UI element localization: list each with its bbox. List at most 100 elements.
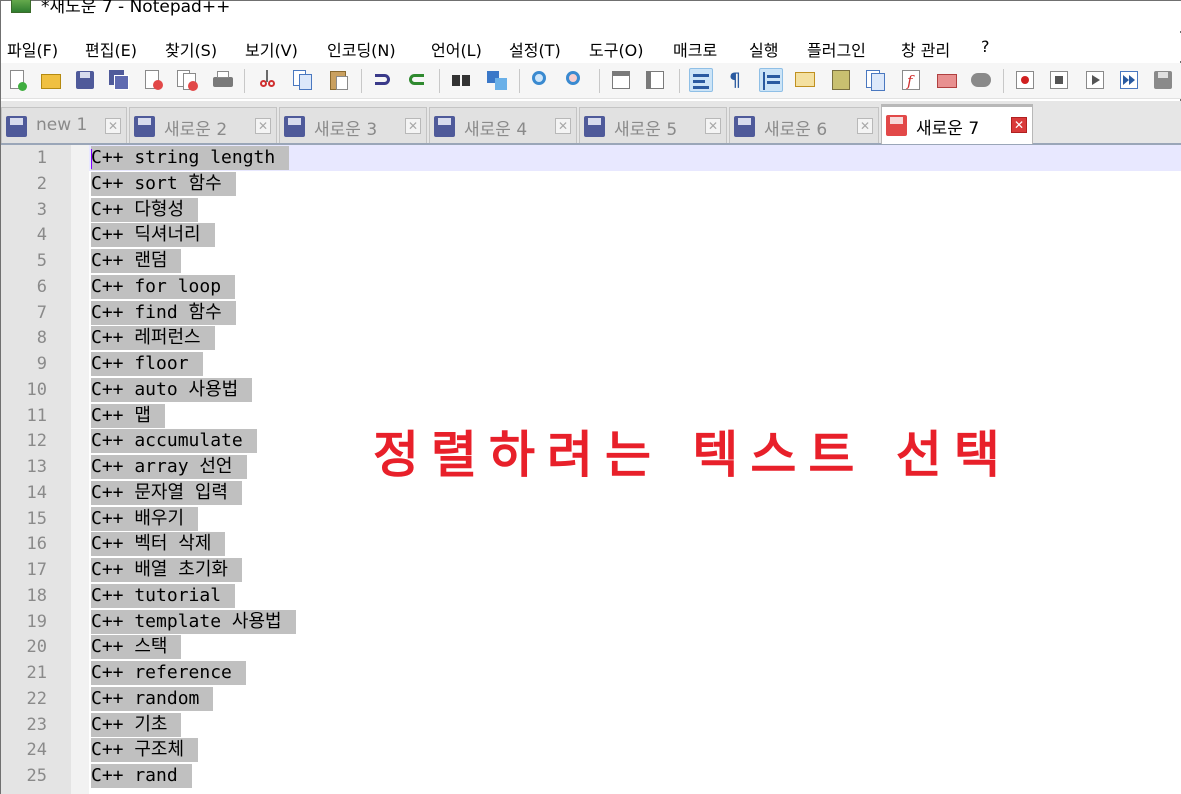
selected-line-text[interactable]: C++ tutorial: [91, 583, 236, 608]
new-file-icon[interactable]: [5, 68, 29, 92]
selected-line-text[interactable]: C++ 랜덤: [91, 249, 182, 273]
menu-encoding[interactable]: 인코딩(N): [327, 37, 396, 61]
save-icon[interactable]: [73, 68, 97, 92]
cut-icon[interactable]: [255, 68, 279, 92]
redo-icon[interactable]: [405, 68, 429, 92]
selected-line-text[interactable]: C++ sort 함수: [91, 171, 236, 196]
editor-line[interactable]: 9 C++ floor: [1, 351, 1181, 377]
editor-line[interactable]: 24 C++ 구조체: [1, 737, 1181, 763]
indent-guide-icon[interactable]: [759, 68, 783, 92]
copy-icon[interactable]: [291, 68, 315, 92]
tab-close-icon[interactable]: ✕: [705, 118, 721, 134]
editor-line[interactable]: 3 C++ 다형성: [1, 197, 1181, 223]
open-file-icon[interactable]: [39, 68, 63, 92]
print-icon[interactable]: [211, 68, 235, 92]
selected-line-text[interactable]: C++ accumulate: [91, 429, 257, 454]
editor-line[interactable]: 2 C++ sort 함수: [1, 171, 1181, 197]
menu-view[interactable]: 보기(V): [245, 37, 298, 61]
sync-horizontal-icon[interactable]: [643, 68, 667, 92]
editor-line[interactable]: 4 C++ 딕셔너리: [1, 222, 1181, 248]
tab-close-icon[interactable]: ✕: [405, 118, 421, 134]
zoom-in-icon[interactable]: [529, 68, 553, 92]
tab-new-3[interactable]: 새로운 3 ✕: [279, 107, 427, 143]
tab-close-icon[interactable]: ✕: [255, 118, 271, 134]
monitor-icon[interactable]: [969, 68, 993, 92]
editor-line[interactable]: 6 C++ for loop: [1, 274, 1181, 300]
menu-settings[interactable]: 설정(T): [509, 37, 561, 61]
selected-line-text[interactable]: C++ 벡터 삭제: [91, 532, 226, 557]
editor-line[interactable]: 22 C++ random: [1, 686, 1181, 712]
zoom-out-icon[interactable]: [563, 68, 587, 92]
editor-line[interactable]: 5 C++ 랜덤: [1, 248, 1181, 274]
editor-line[interactable]: 21 C++ reference: [1, 660, 1181, 686]
selected-line-text[interactable]: C++ reference: [91, 661, 246, 685]
tab-new-6[interactable]: 새로운 6 ✕: [729, 107, 879, 143]
tab-new-2[interactable]: 새로운 2 ✕: [129, 107, 277, 143]
tab-close-icon[interactable]: ✕: [857, 118, 873, 134]
sync-vertical-icon[interactable]: [609, 68, 633, 92]
save-macro-icon[interactable]: [1151, 68, 1175, 92]
tab-new-1[interactable]: new 1 ✕: [1, 107, 127, 143]
menu-help[interactable]: ?: [981, 37, 990, 56]
selected-line-text[interactable]: C++ floor: [91, 352, 203, 376]
menu-plugins[interactable]: 플러그인: [807, 37, 866, 61]
tab-new-4[interactable]: 새로운 4 ✕: [429, 107, 577, 143]
menu-search[interactable]: 찾기(S): [165, 37, 217, 61]
selected-line-text[interactable]: C++ 구조체: [91, 738, 199, 763]
editor-line[interactable]: 20 C++ 스택: [1, 634, 1181, 660]
menu-tools[interactable]: 도구(O): [589, 37, 644, 61]
run-macro-multiple-icon[interactable]: [1117, 68, 1141, 92]
replace-icon[interactable]: [485, 68, 509, 92]
menu-edit[interactable]: 편집(E): [85, 37, 137, 61]
editor-line[interactable]: 15 C++ 배우기: [1, 506, 1181, 532]
record-macro-icon[interactable]: [1013, 68, 1037, 92]
tab-new-7[interactable]: 새로운 7 ✕: [881, 104, 1033, 144]
tab-close-icon[interactable]: ✕: [555, 118, 571, 134]
selected-line-text[interactable]: C++ 배우기: [91, 506, 199, 531]
doc-list-icon[interactable]: [863, 68, 887, 92]
selected-line-text[interactable]: C++ for loop: [91, 274, 236, 299]
tab-close-icon[interactable]: ✕: [1011, 117, 1027, 133]
stop-macro-icon[interactable]: [1047, 68, 1071, 92]
editor-line[interactable]: 18 C++ tutorial: [1, 583, 1181, 609]
selected-line-text[interactable]: C++ template 사용법: [91, 609, 296, 634]
menu-window[interactable]: 창 관리: [901, 37, 950, 61]
selected-line-text[interactable]: C++ 스택: [91, 635, 182, 660]
menu-macro[interactable]: 매크로: [673, 37, 717, 61]
doc-map-icon[interactable]: [829, 68, 853, 92]
selected-line-text[interactable]: C++ 레퍼런스: [91, 326, 215, 351]
play-macro-icon[interactable]: [1083, 68, 1107, 92]
editor-area[interactable]: 1 C++ string length 2 C++ sort 함수 3 C++ 다형성 4 C…: [1, 145, 1181, 794]
editor-line[interactable]: 25 C++ rand: [1, 763, 1181, 789]
editor-line[interactable]: 23 C++ 기초: [1, 712, 1181, 738]
function-list-icon[interactable]: f: [899, 68, 923, 92]
editor-line[interactable]: 19 C++ template 사용법: [1, 609, 1181, 635]
undo-icon[interactable]: [371, 68, 395, 92]
menu-run[interactable]: 실행: [749, 37, 778, 61]
selected-line-text[interactable]: C++ auto 사용법: [91, 377, 253, 402]
selected-line-text[interactable]: C++ 다형성: [91, 197, 199, 222]
tab-close-icon[interactable]: ✕: [105, 118, 121, 134]
editor-line[interactable]: 10 C++ auto 사용법: [1, 377, 1181, 403]
menu-language[interactable]: 언어(L): [431, 37, 482, 61]
word-wrap-icon[interactable]: [689, 68, 713, 92]
selected-line-text[interactable]: C++ 딕셔너리: [91, 223, 215, 248]
close-icon[interactable]: [141, 68, 165, 92]
selected-line-text[interactable]: C++ rand: [91, 764, 192, 788]
editor-line[interactable]: 7 C++ find 함수: [1, 300, 1181, 326]
selected-line-text[interactable]: C++ 맵: [91, 403, 165, 428]
selected-line-text[interactable]: C++ array 선언: [91, 455, 247, 479]
menu-file[interactable]: 파일(F): [7, 37, 58, 61]
selected-line-text[interactable]: C++ 문자열 입력: [91, 480, 242, 505]
selected-line-text[interactable]: C++ 배열 초기화: [91, 558, 242, 582]
editor-line[interactable]: 1 C++ string length: [1, 145, 1181, 171]
editor-line[interactable]: 16 C++ 벡터 삭제: [1, 531, 1181, 557]
selected-line-text[interactable]: C++ 기초: [91, 712, 182, 737]
selected-line-text[interactable]: C++ find 함수: [91, 300, 236, 325]
editor-line[interactable]: 17 C++ 배열 초기화: [1, 557, 1181, 583]
close-all-icon[interactable]: [175, 68, 199, 92]
editor-line[interactable]: 8 C++ 레퍼런스: [1, 325, 1181, 351]
folder-workspace-icon[interactable]: [935, 68, 959, 92]
show-all-chars-icon[interactable]: ¶: [723, 68, 747, 92]
paste-icon[interactable]: [327, 68, 351, 92]
